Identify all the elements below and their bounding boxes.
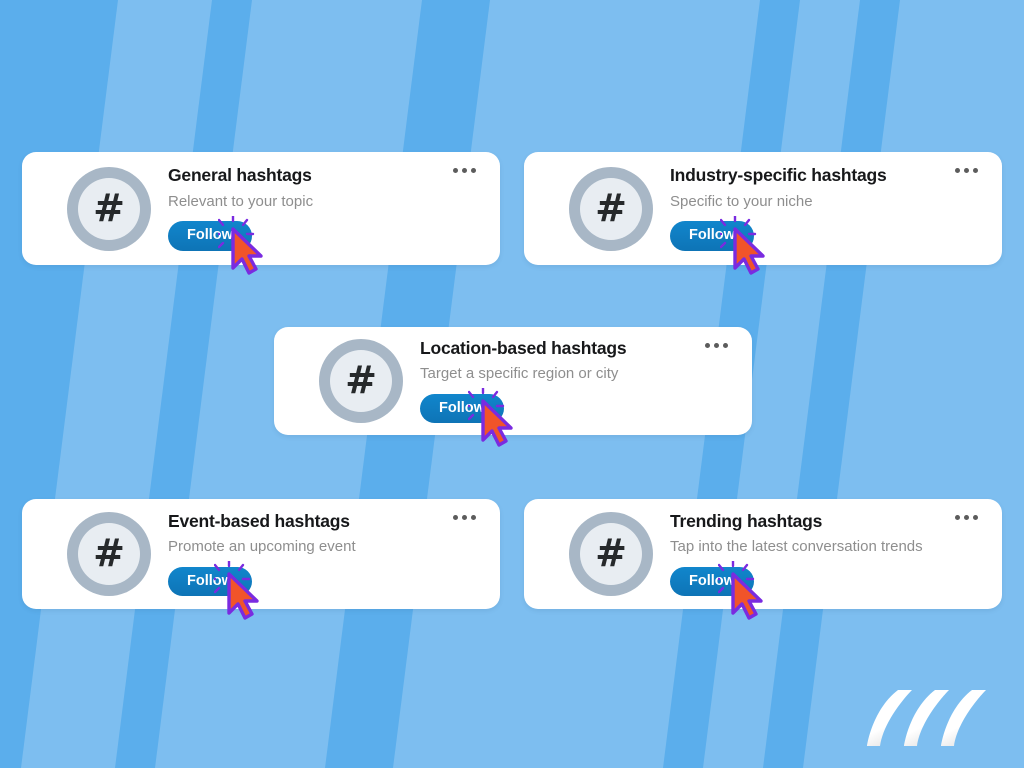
card-body: Industry-specific hashtags Specific to y… — [670, 152, 962, 265]
dot — [705, 343, 710, 348]
card-title: Event-based hashtags — [168, 510, 350, 531]
more-options-icon[interactable] — [955, 168, 978, 173]
hashtag-icon: # — [93, 531, 125, 575]
dot — [964, 168, 969, 173]
dot — [453, 168, 458, 173]
follow-button[interactable]: Follow — [670, 221, 754, 251]
more-options-icon[interactable] — [955, 515, 978, 520]
card-title: Industry-specific hashtags — [670, 165, 887, 186]
card-body: Trending hashtags Tap into the latest co… — [670, 499, 962, 609]
hashtag-card-location-based[interactable]: # Location-based hashtags Target a speci… — [274, 327, 752, 435]
dot — [973, 515, 978, 520]
avatar-inner-circle: # — [78, 523, 140, 585]
dot — [714, 343, 719, 348]
card-subtitle: Promote an upcoming event — [168, 538, 356, 556]
dot — [964, 515, 969, 520]
dot — [723, 343, 728, 348]
avatar-inner-circle: # — [330, 350, 392, 412]
avatar-inner-circle: # — [580, 177, 642, 240]
card-subtitle: Relevant to your topic — [168, 192, 314, 210]
card-subtitle: Specific to your niche — [670, 192, 813, 210]
card-title: Location-based hashtags — [420, 337, 627, 358]
card-title: Trending hashtags — [670, 510, 823, 531]
more-options-icon[interactable] — [453, 168, 476, 173]
dot — [973, 168, 978, 173]
card-subtitle: Target a specific region or city — [420, 365, 619, 383]
card-body: Location-based hashtags Target a specifi… — [420, 327, 712, 435]
follow-button[interactable]: Follow — [420, 393, 504, 424]
card-body: Event-based hashtags Promote an upcoming… — [168, 499, 460, 609]
hashtag-card-industry-specific[interactable]: # Industry-specific hashtags Specific to… — [524, 152, 1002, 265]
follow-button[interactable]: Follow — [168, 566, 252, 597]
hashtag-card-trending[interactable]: # Trending hashtags Tap into the latest … — [524, 499, 1002, 609]
avatar: # — [67, 166, 151, 251]
hashtag-icon: # — [93, 185, 125, 230]
avatar-inner-circle: # — [580, 523, 642, 585]
hashtag-card-event-based[interactable]: # Event-based hashtags Promote an upcomi… — [22, 499, 500, 609]
more-options-icon[interactable] — [453, 515, 476, 520]
hashtag-icon: # — [595, 185, 627, 230]
card-title: General hashtags — [168, 165, 312, 186]
avatar: # — [319, 339, 403, 423]
dot — [453, 515, 458, 520]
follow-button[interactable]: Follow — [670, 566, 754, 597]
dot — [955, 515, 960, 520]
avatar-inner-circle: # — [78, 177, 140, 240]
hashtag-card-general[interactable]: # General hashtags Relevant to your topi… — [22, 152, 500, 265]
dot — [955, 168, 960, 173]
avatar: # — [569, 512, 653, 596]
dot — [462, 168, 467, 173]
dot — [471, 168, 476, 173]
avatar: # — [569, 166, 653, 251]
card-subtitle: Tap into the latest conversation trends — [670, 538, 923, 556]
hashtag-icon: # — [595, 531, 627, 575]
card-body: General hashtags Relevant to your topic … — [168, 152, 460, 265]
dot — [471, 515, 476, 520]
follow-button[interactable]: Follow — [168, 221, 252, 251]
dot — [462, 515, 467, 520]
avatar: # — [67, 512, 151, 596]
hashtag-icon: # — [345, 358, 377, 402]
brand-logo-icon — [867, 690, 986, 746]
more-options-icon[interactable] — [705, 343, 728, 348]
